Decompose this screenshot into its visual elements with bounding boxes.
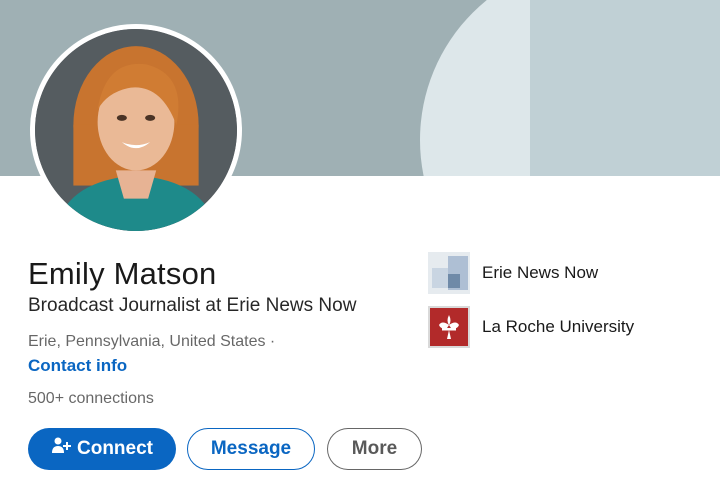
profile-photo-image bbox=[35, 29, 237, 231]
banner-shape bbox=[530, 0, 720, 176]
education-school[interactable]: La Roche University bbox=[428, 306, 634, 348]
connect-button[interactable]: Connect bbox=[28, 428, 176, 470]
la-roche-university-logo bbox=[428, 306, 470, 348]
profile-headline: Broadcast Journalist at Erie News Now bbox=[28, 295, 357, 316]
profile-photo[interactable] bbox=[30, 24, 242, 236]
current-company[interactable]: Erie News Now bbox=[428, 252, 598, 294]
erie-news-now-logo bbox=[428, 252, 470, 294]
school-name: La Roche University bbox=[482, 317, 635, 336]
message-button[interactable]: Message bbox=[187, 428, 315, 470]
contact-info-link[interactable]: Contact info bbox=[28, 356, 127, 376]
profile-location: Erie, Pennsylvania, United States · bbox=[28, 333, 276, 350]
more-button[interactable]: More bbox=[327, 428, 422, 470]
connections-count: 500+ connections bbox=[28, 390, 154, 407]
company-name: Erie News Now bbox=[482, 263, 599, 282]
add-person-icon bbox=[51, 436, 71, 462]
profile-name: Emily Matson bbox=[28, 256, 217, 291]
connect-label: Connect bbox=[77, 438, 153, 459]
